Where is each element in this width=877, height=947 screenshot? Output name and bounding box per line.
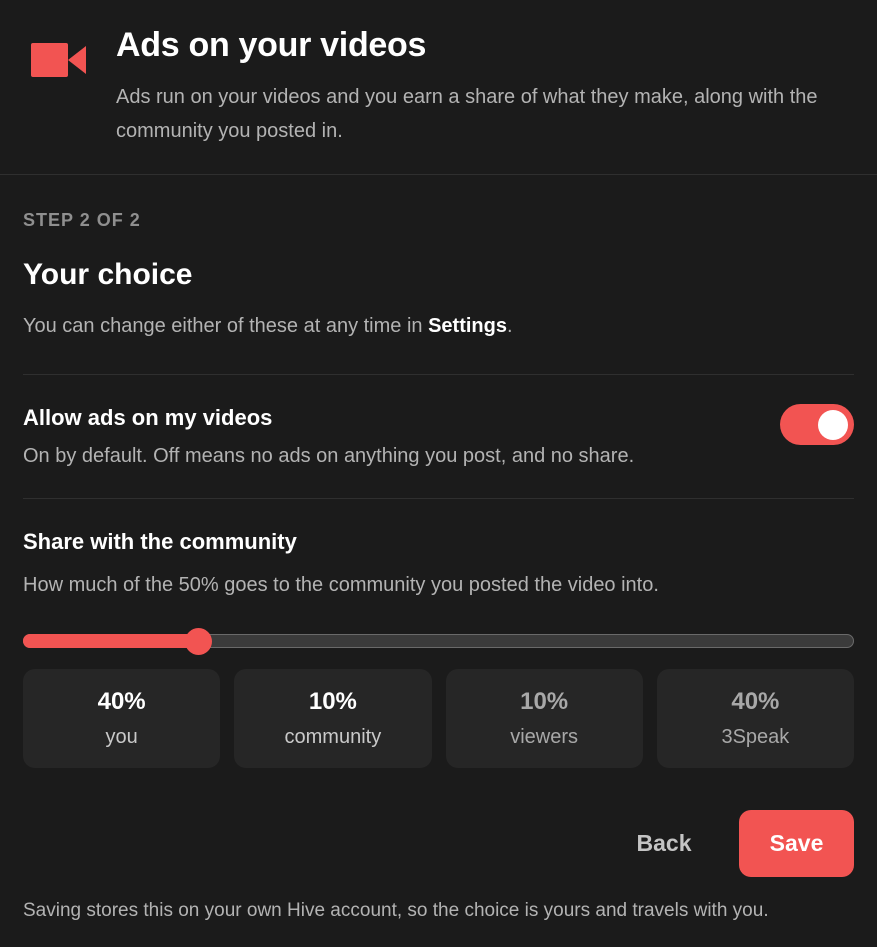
divider [23,498,854,499]
save-button[interactable]: Save [739,810,854,877]
back-button[interactable]: Back [612,812,716,874]
section-description: You can change either of these at any ti… [23,315,513,338]
split-card-you: 40% you [23,669,221,768]
split-percent: 10% [308,688,357,715]
split-percent: 40% [97,688,146,715]
split-label: viewers [510,726,579,748]
video-camera-icon [31,43,86,77]
split-label: 3Speak [721,726,790,748]
split-card-viewers: 10% viewers [445,669,643,768]
toggle-knob [818,410,848,440]
description-period: . [507,315,513,337]
footer-note: Saving stores this on your own Hive acco… [23,900,769,921]
slider-fill [23,634,198,648]
divider [23,374,854,375]
community-share-description: How much of the 50% goes to the communit… [23,574,659,596]
community-share-title: Share with the community [23,529,297,554]
dialog-title: Ads on your videos [116,26,427,64]
split-card-community: 10% community [234,669,432,768]
revenue-split-cards: 40% you 10% community 10% viewers 40% 3S… [23,669,854,768]
slider-thumb[interactable] [185,628,212,655]
ads-toggle-description: On by default. Off means no ads on anyth… [23,445,635,467]
allow-ads-toggle[interactable] [780,404,854,445]
split-percent: 40% [731,688,780,715]
split-card-3speak: 40% 3Speak [656,669,854,768]
step-indicator: STEP 2 OF 2 [23,210,141,230]
ads-toggle-title: Allow ads on my videos [23,405,273,430]
description-text: You can change either of these at any ti… [23,315,429,337]
split-label: you [105,726,138,748]
dialog-header: Ads on your videos Ads run on your video… [0,0,877,175]
split-percent: 10% [520,688,569,715]
community-share-slider[interactable] [23,628,854,655]
section-title: Your choice [23,258,193,291]
split-label: community [284,726,382,748]
dialog-subtitle: Ads run on your videos and you earn a sh… [116,86,818,142]
settings-link[interactable]: Settings [428,315,507,337]
